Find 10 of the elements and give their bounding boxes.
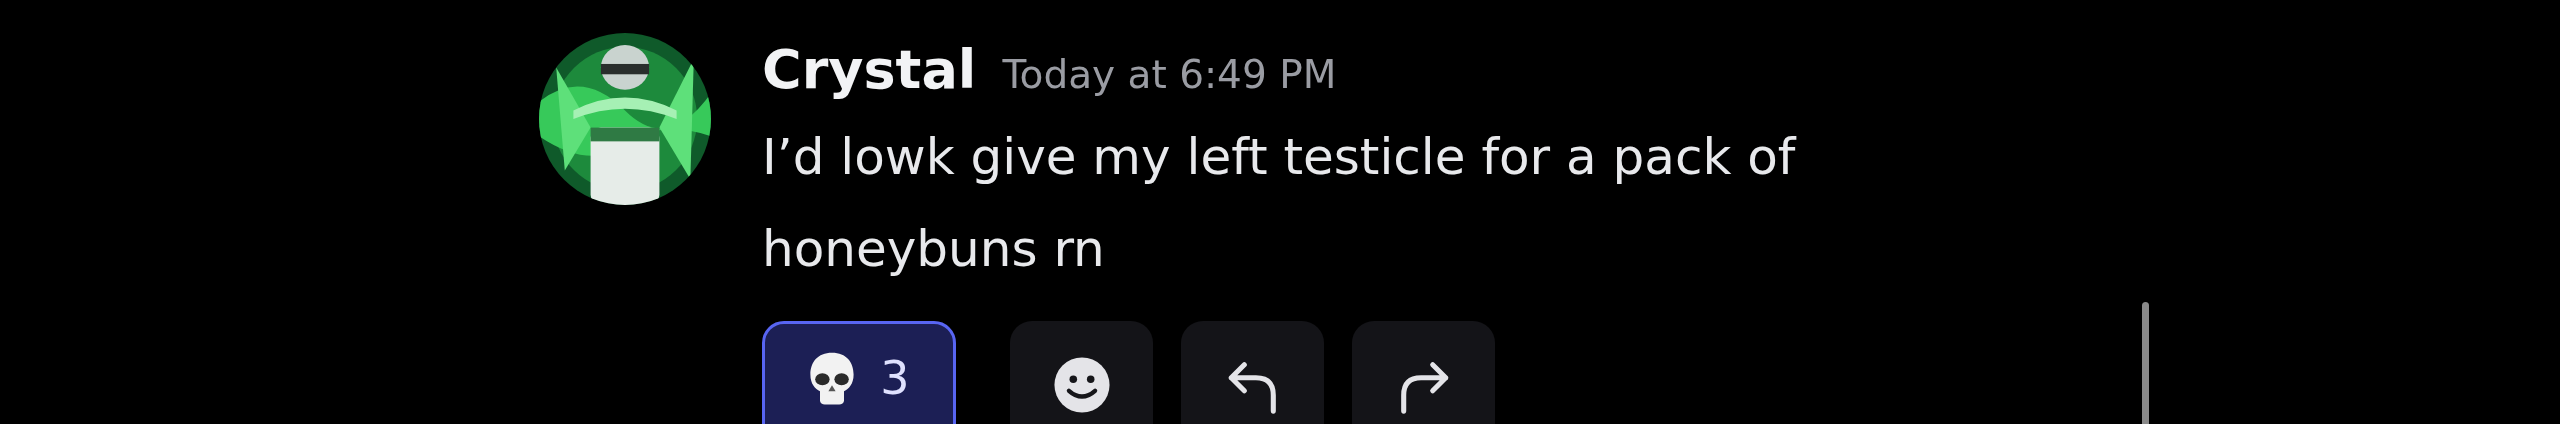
smiley-icon <box>1052 356 1111 414</box>
add-reaction-button[interactable] <box>1010 321 1153 424</box>
forward-button[interactable] <box>1352 321 1495 424</box>
timestamp: Today at 6:49 PM <box>1002 52 1337 97</box>
message-text: I’d lowk give my left testicle for a pack of honeybuns rn <box>762 127 1798 280</box>
scrollbar[interactable] <box>2142 302 2149 424</box>
reaction-button[interactable]: 3 <box>762 321 956 424</box>
skull-icon <box>808 350 857 406</box>
author-name[interactable]: Crystal <box>762 35 977 105</box>
reply-button[interactable] <box>1181 321 1324 424</box>
